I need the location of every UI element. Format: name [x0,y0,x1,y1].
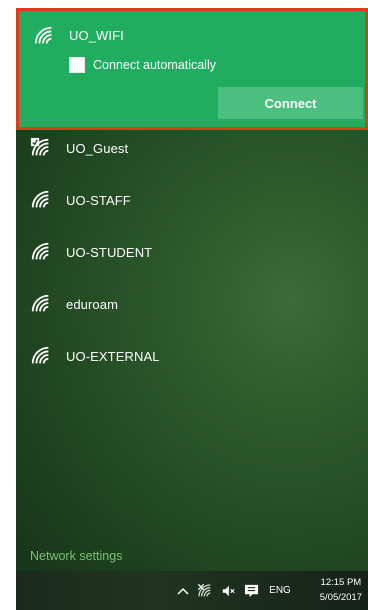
show-hidden-icons-button[interactable] [174,571,192,610]
wifi-tray-icon [197,583,211,596]
network-item-uo-student[interactable]: UO-STUDENT [16,234,368,270]
network-item-uo-external[interactable]: UO-EXTERNAL [16,338,368,374]
notification-icon [244,584,258,597]
chevron-up-icon [177,587,189,595]
network-name: UO_Guest [66,140,129,156]
action-center-button[interactable] [240,571,262,610]
network-tray-button[interactable] [194,571,216,610]
network-name: UO-STUDENT [66,244,153,260]
language-button[interactable]: ENG [265,571,295,610]
wifi-icon [31,190,49,208]
wifi-icon [31,242,49,260]
network-settings-link[interactable]: Network settings [30,549,122,563]
network-name: UO-EXTERNAL [66,348,160,364]
wifi-icon [31,294,49,312]
clock-time: 12:15 PM [320,577,362,588]
network-item-uo-wifi[interactable]: UO_WIFI Connect automatically Connect [16,8,368,130]
volume-button[interactable] [218,571,238,610]
wifi-icon [34,26,52,44]
volume-muted-icon [222,585,235,596]
network-name: UO-STAFF [66,192,131,208]
clock-date: 5/05/2017 [319,592,362,603]
wifi-open-icon [30,137,49,156]
connect-automatically-row[interactable]: Connect automatically [69,57,216,73]
network-name: eduroam [66,296,119,312]
network-item-uo-staff[interactable]: UO-STAFF [16,182,368,218]
taskbar: ENG 12:15 PM 5/05/2017 [16,571,368,610]
connect-button[interactable]: Connect [218,87,363,119]
network-name: UO_WIFI [69,28,124,43]
connect-automatically-checkbox[interactable] [69,57,85,73]
network-item-eduroam[interactable]: eduroam [16,286,368,322]
connect-automatically-label: Connect automatically [93,58,216,72]
wifi-icon [31,346,49,364]
network-item-uo-guest[interactable]: UO_Guest [16,130,368,166]
clock[interactable]: 12:15 PM 5/05/2017 [320,575,362,605]
network-flyout: UO_WIFI Connect automatically Connect UO… [16,8,368,571]
